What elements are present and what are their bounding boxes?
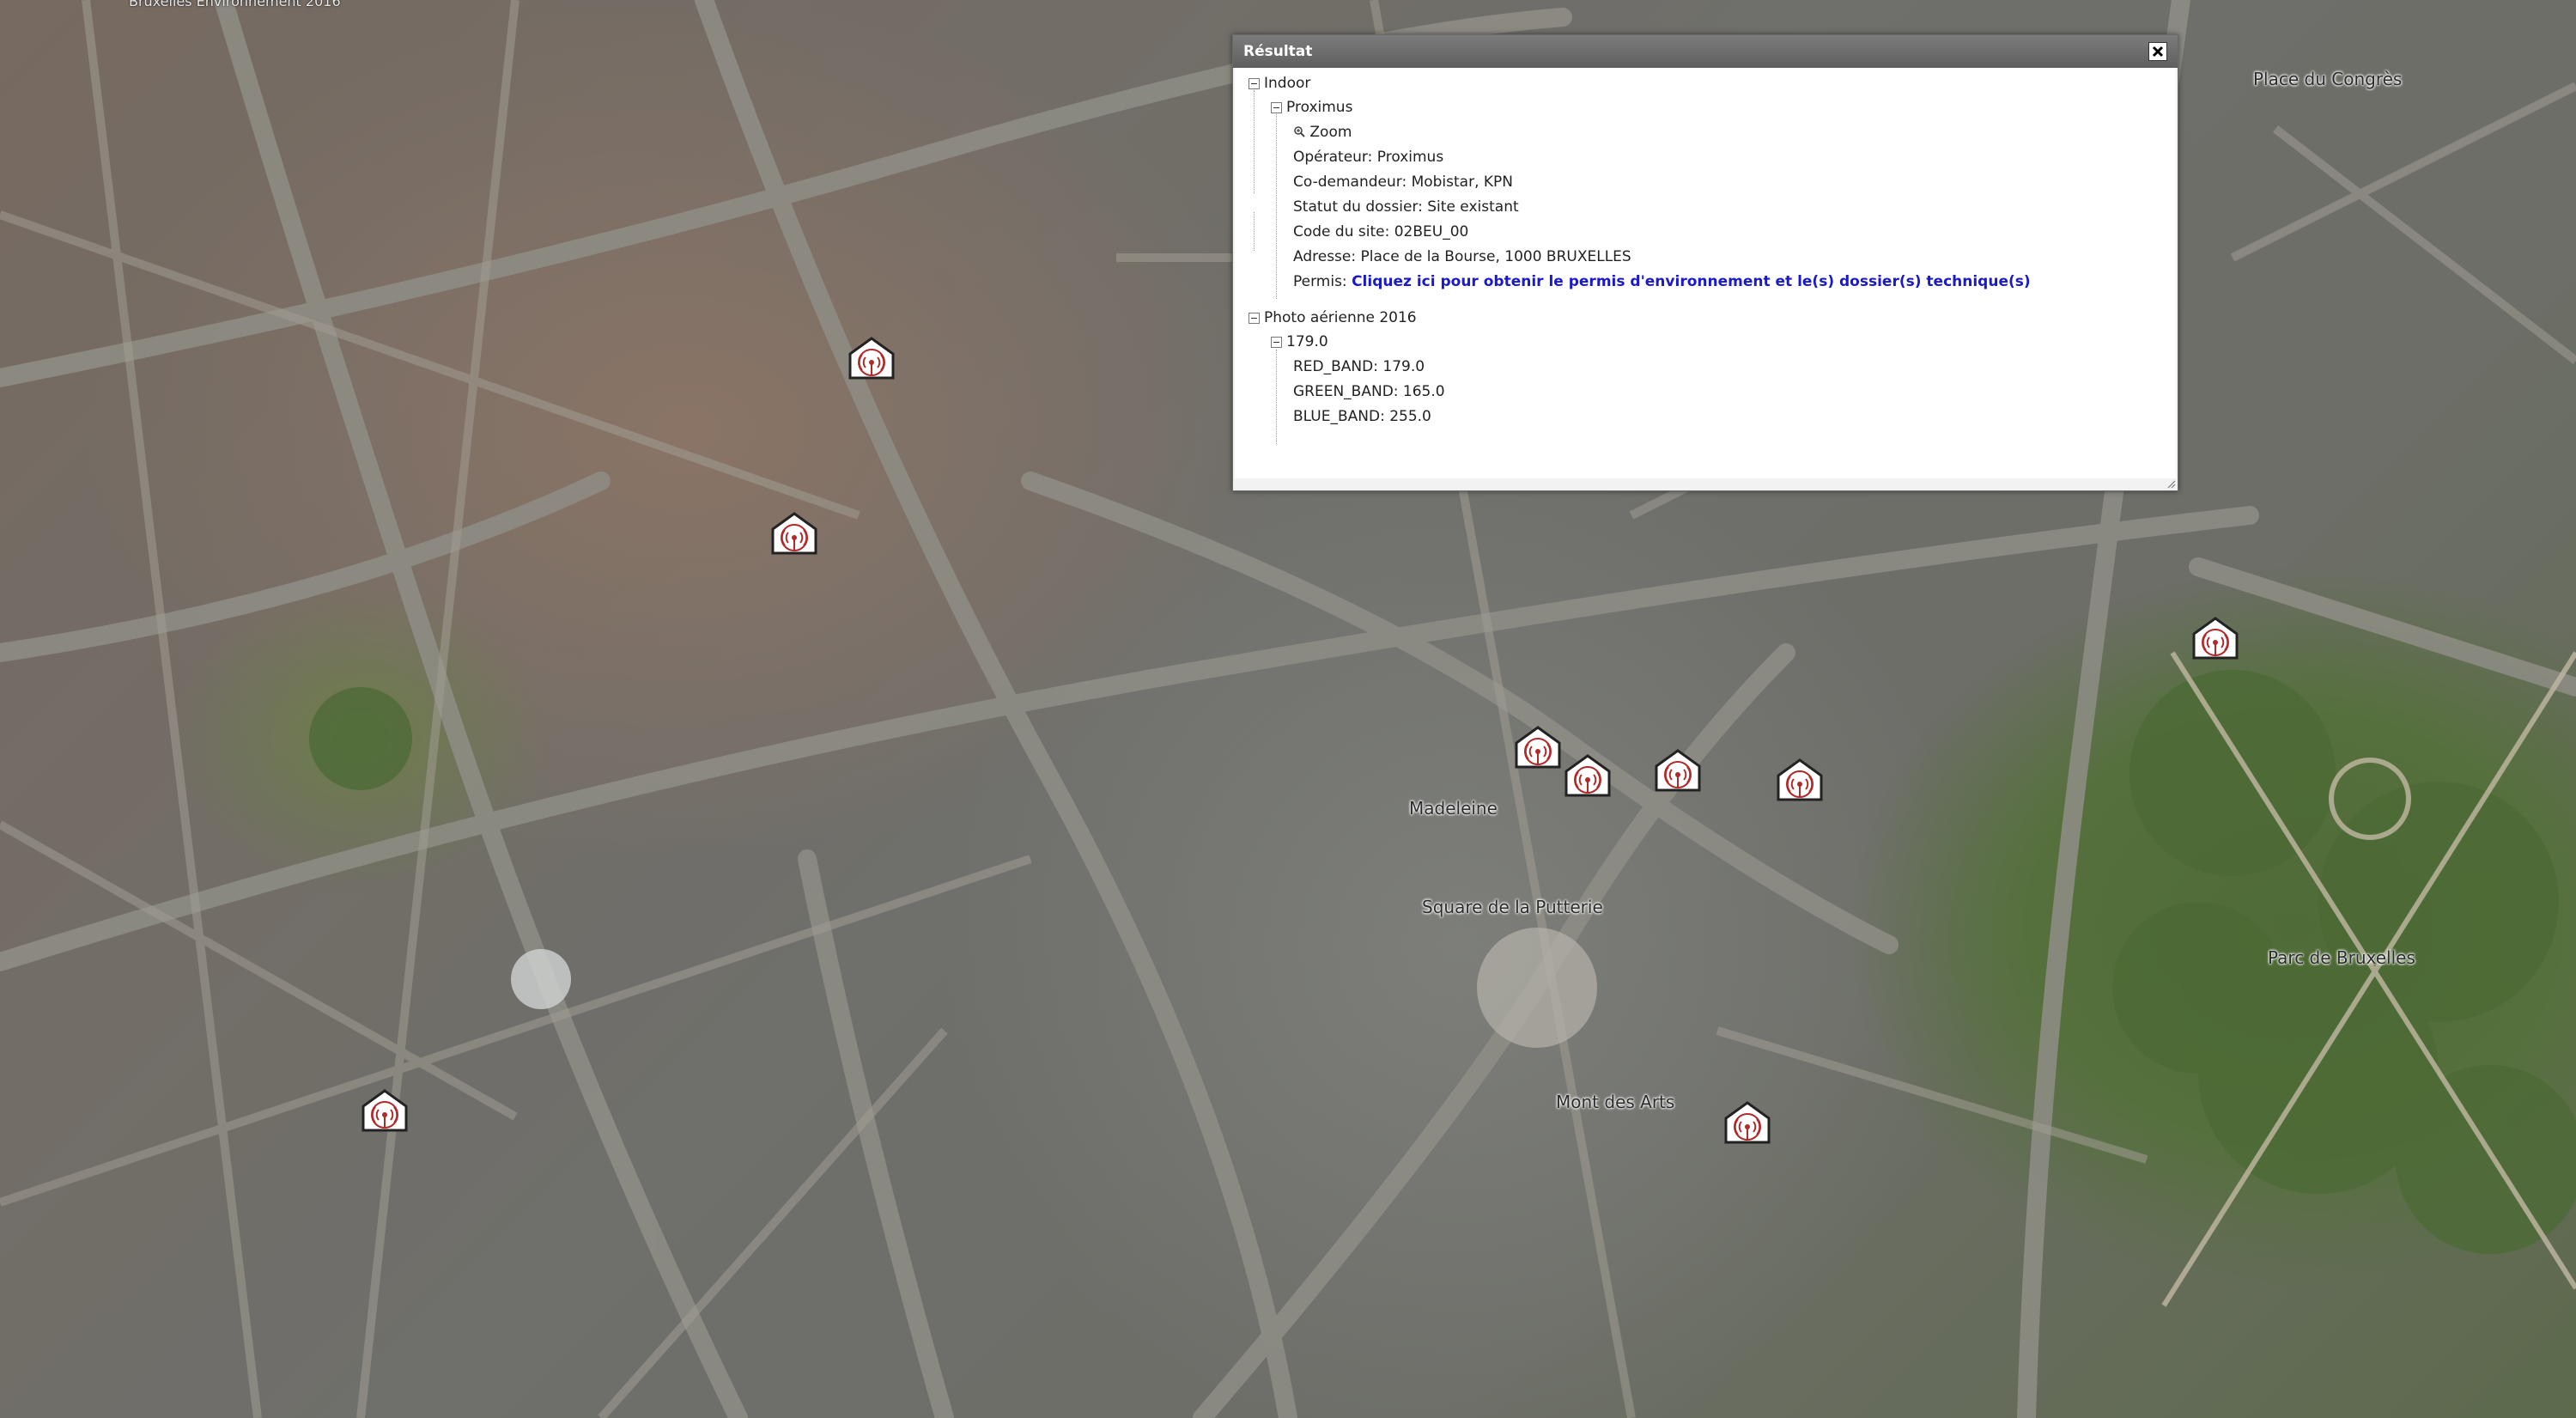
antenna-site-icon: [361, 1089, 408, 1132]
tree-leaf: Permis: Cliquez ici pour obtenir le perm…: [1293, 273, 2031, 292]
tree-leaf: Co-demandeur: Mobistar, KPN: [1293, 173, 1513, 192]
antenna-site-icon: [848, 337, 895, 380]
antenna-site-marker[interactable]: [1564, 754, 1611, 797]
collapse-toggle[interactable]: [1271, 102, 1282, 113]
antenna-site-marker[interactable]: [771, 512, 817, 555]
map-copyright: Bruxelles Environnement 2016: [129, 0, 341, 9]
label-madeleine: Madeleine: [1409, 798, 1498, 819]
label-square-de-la-putterie: Square de la Putterie: [1422, 897, 1603, 917]
co-demandeur-text: Co-demandeur: Mobistar, KPN: [1293, 173, 1514, 191]
tree-connector: [1276, 114, 1277, 299]
result-panel-title: Résultat: [1243, 43, 1313, 60]
close-button[interactable]: [2148, 42, 2167, 61]
tree-leaf: Statut du dossier: Site existant: [1293, 198, 1519, 217]
tree-connector: [1254, 90, 1255, 193]
permis-label: Permis:: [1293, 273, 1347, 290]
antenna-site-icon: [771, 512, 817, 555]
tree-node-proximus[interactable]: Proximus: [1271, 99, 1352, 118]
label-place-du-congres: Place du Congrès: [2253, 69, 2403, 89]
result-tree-container: Indoor Proximus Zoom Opérateur: Proximus…: [1235, 68, 2176, 478]
result-panel-header[interactable]: Résultat: [1233, 35, 2178, 68]
tree-leaf: GREEN_BAND: 165.0: [1293, 383, 1445, 402]
zoom-icon: [1294, 126, 1305, 137]
tree-connector: [1276, 350, 1277, 444]
antenna-site-marker[interactable]: [1724, 1101, 1771, 1144]
tree-leaf: Code du site: 02BEU_00: [1293, 223, 1468, 242]
zoom-label: Zoom: [1309, 124, 1352, 141]
tree-leaf: BLUE_BAND: 255.0: [1293, 408, 1431, 427]
green-band-text: GREEN_BAND: 165.0: [1293, 383, 1445, 400]
permis-link[interactable]: Cliquez ici pour obtenir le permis d'env…: [1352, 273, 2031, 290]
tree-label: 179.0: [1286, 333, 1328, 350]
statut-text: Statut du dossier: Site existant: [1293, 198, 1519, 216]
close-icon: [2152, 46, 2164, 58]
antenna-site-marker[interactable]: [1777, 758, 1823, 801]
operateur-text: Opérateur: Proximus: [1293, 149, 1444, 166]
tree-label: Photo aérienne 2016: [1264, 309, 1417, 326]
blue-band-text: BLUE_BAND: 255.0: [1293, 408, 1431, 425]
antenna-site-icon: [1655, 749, 1701, 792]
result-panel[interactable]: Résultat Indoor Proximus Zoom Opérateur:…: [1232, 34, 2178, 491]
antenna-site-icon: [2192, 617, 2239, 660]
tree-leaf: RED_BAND: 179.0: [1293, 358, 1425, 377]
antenna-site-marker[interactable]: [848, 337, 895, 380]
tree-connector: [1254, 212, 1255, 251]
tree-label: Proximus: [1286, 99, 1353, 116]
antenna-site-icon: [1515, 726, 1561, 769]
tree-node-band-value[interactable]: 179.0: [1271, 333, 1328, 352]
label-mont-des-arts: Mont des Arts: [1556, 1092, 1675, 1112]
antenna-site-icon: [1777, 758, 1823, 801]
code-site-text: Code du site: 02BEU_00: [1293, 223, 1469, 240]
antenna-site-marker[interactable]: [1515, 726, 1561, 769]
antenna-site-marker[interactable]: [1655, 749, 1701, 792]
antenna-site-marker[interactable]: [2192, 617, 2239, 660]
red-band-text: RED_BAND: 179.0: [1293, 358, 1425, 375]
antenna-site-marker[interactable]: [361, 1089, 408, 1132]
label-parc-de-bruxelles: Parc de Bruxelles: [2268, 947, 2415, 968]
antenna-site-icon: [1564, 754, 1611, 797]
tree-label: Indoor: [1264, 75, 1311, 92]
zoom-link[interactable]: Zoom: [1293, 124, 1352, 143]
collapse-toggle[interactable]: [1249, 313, 1260, 324]
tree-leaf: Adresse: Place de la Bourse, 1000 BRUXEL…: [1293, 248, 1631, 267]
tree-node-photo-aerienne[interactable]: Photo aérienne 2016: [1249, 309, 1417, 328]
collapse-toggle[interactable]: [1249, 78, 1260, 89]
tree-leaf: Opérateur: Proximus: [1293, 149, 1443, 167]
collapse-toggle[interactable]: [1271, 337, 1282, 348]
resize-grip-icon[interactable]: [2166, 478, 2176, 489]
tree-node-indoor[interactable]: Indoor: [1249, 75, 1310, 94]
adresse-text: Adresse: Place de la Bourse, 1000 BRUXEL…: [1293, 248, 1631, 265]
antenna-site-icon: [1724, 1101, 1771, 1144]
